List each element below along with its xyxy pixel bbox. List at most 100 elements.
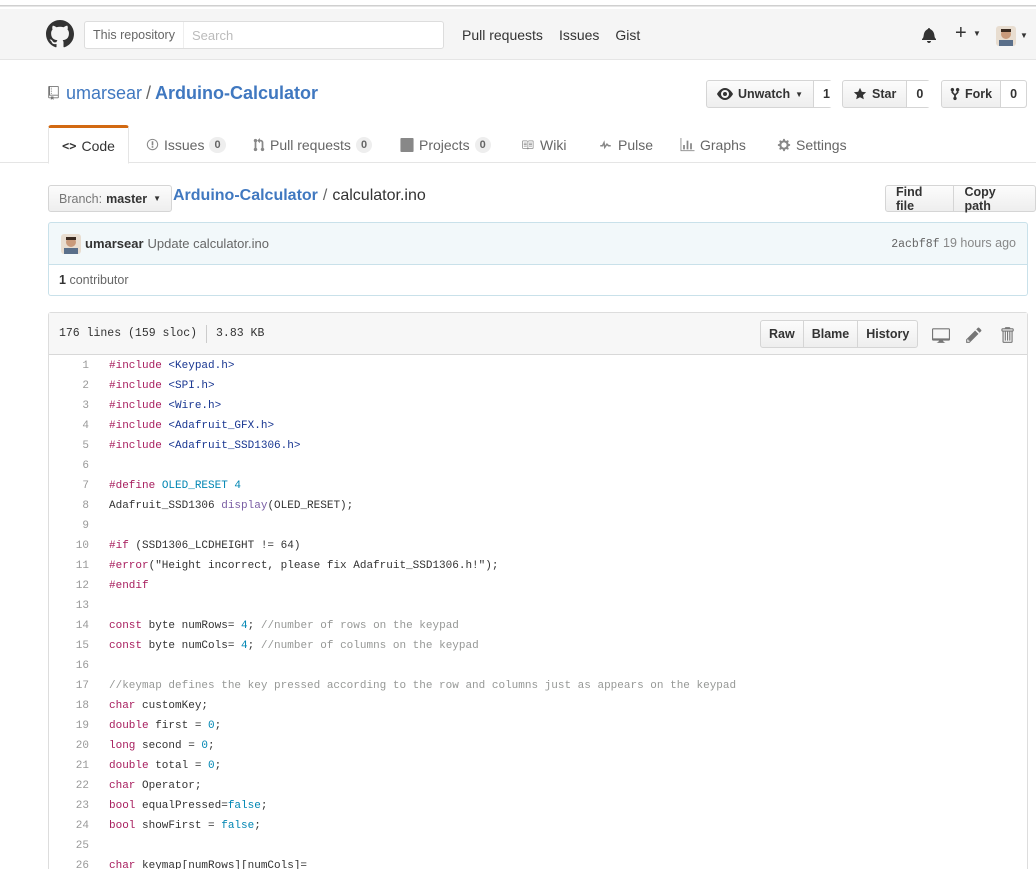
line-content: #error("Height incorrect, please fix Ada…	[89, 560, 498, 572]
file-lines-info: 176 lines (159 sloc)	[59, 327, 198, 340]
commit-author[interactable]: umarsear	[85, 236, 144, 251]
code-token: #define	[109, 480, 162, 492]
search-input[interactable]	[183, 23, 424, 47]
tab-issues[interactable]: Issues 0	[146, 125, 226, 164]
window-top-border	[0, 5, 1036, 7]
copy-path-button[interactable]: Copy path	[953, 185, 1035, 213]
line-number[interactable]: 18	[49, 700, 89, 712]
line-number[interactable]: 9	[49, 520, 89, 532]
code-token: long	[109, 740, 136, 752]
find-file-button[interactable]: Find file	[886, 185, 953, 213]
unwatch-button[interactable]: Unwatch ▼	[707, 81, 813, 107]
line-number[interactable]: 15	[49, 640, 89, 652]
commit-message[interactable]: Update calculator.ino	[148, 236, 269, 251]
line-number[interactable]: 8	[49, 500, 89, 512]
code-token: false	[227, 800, 261, 812]
line-content: bool equalPressed=false;	[89, 800, 267, 812]
stargazers-count[interactable]: 0	[906, 81, 933, 107]
line-number[interactable]: 20	[49, 740, 89, 752]
commit-tease: umarsear Update calculator.ino 2acbf8f 1…	[48, 222, 1028, 265]
nav-gist[interactable]: Gist	[615, 27, 640, 43]
code-token: ;	[254, 820, 261, 832]
repo-owner-link[interactable]: umarsear	[66, 83, 142, 103]
blame-button[interactable]: Blame	[802, 321, 858, 347]
code-token: #if	[109, 540, 136, 552]
line-number[interactable]: 13	[49, 600, 89, 612]
contributors-count: 1	[59, 272, 66, 287]
breadcrumb-root-link[interactable]: Arduino-Calculator	[173, 187, 318, 204]
line-number[interactable]: 24	[49, 820, 89, 832]
code-token: const	[109, 640, 143, 652]
line-number[interactable]: 12	[49, 580, 89, 592]
pencil-edit-icon[interactable]	[965, 326, 983, 344]
forks-count[interactable]: 0	[1000, 81, 1027, 107]
line-number[interactable]: 16	[49, 660, 89, 672]
line-number[interactable]: 17	[49, 680, 89, 692]
line-number[interactable]: 21	[49, 760, 89, 772]
tab-graphs[interactable]: Graphs	[680, 125, 746, 164]
code-token: 4	[241, 640, 248, 652]
code-token: ;	[214, 760, 222, 772]
user-avatar[interactable]	[996, 26, 1016, 46]
user-menu-caret-icon[interactable]: ▼	[1020, 31, 1028, 40]
line-number[interactable]: 14	[49, 620, 89, 632]
history-button[interactable]: History	[857, 321, 917, 347]
code-token: byte numCols=	[142, 640, 242, 652]
notifications-bell-icon[interactable]	[921, 27, 937, 43]
code-token: OLED_RESET 4	[161, 480, 242, 492]
code-token: double	[109, 760, 149, 772]
code-line: 19 double first = 0;	[49, 716, 1027, 736]
code-line: 10 #if (SSD1306_LCDHEIGHT != 64)	[49, 536, 1027, 556]
branch-select-button[interactable]: Branch: master ▼	[48, 185, 173, 212]
nav-pull-requests[interactable]: Pull requests	[462, 27, 543, 43]
code-token: ("Height incorrect, please fix Adafruit_…	[148, 560, 499, 572]
tab-pulse[interactable]: Pulse	[598, 125, 653, 164]
github-logo-icon[interactable]	[46, 20, 74, 48]
search-scope-label[interactable]: This repository	[85, 22, 184, 48]
star-button[interactable]: Star	[843, 81, 906, 107]
line-number[interactable]: 5	[49, 440, 89, 452]
code-line: 2 #include <SPI.h>	[49, 376, 1027, 396]
line-number[interactable]: 11	[49, 560, 89, 572]
line-number[interactable]: 26	[49, 860, 89, 869]
line-number[interactable]: 2	[49, 380, 89, 392]
tab-settings[interactable]: Settings	[777, 125, 847, 164]
code-token: #include	[109, 420, 169, 432]
line-number[interactable]: 1	[49, 360, 89, 372]
raw-button[interactable]: Raw	[761, 321, 803, 347]
fork-button[interactable]: Fork	[942, 81, 1000, 107]
code-token: total =	[148, 760, 209, 772]
watchers-count[interactable]: 1	[813, 81, 839, 107]
top-nav: Pull requests Issues Gist	[462, 27, 640, 43]
code-token: (SSD1306_LCDHEIGHT != 64)	[135, 540, 301, 552]
nav-issues[interactable]: Issues	[559, 27, 599, 43]
desktop-icon[interactable]	[932, 326, 950, 344]
line-number[interactable]: 22	[49, 780, 89, 792]
line-number[interactable]: 6	[49, 460, 89, 472]
line-number[interactable]: 25	[49, 840, 89, 852]
tab-pull-requests[interactable]: Pull requests 0	[253, 125, 373, 164]
line-content: #define OLED_RESET 4	[89, 480, 241, 492]
code-line: 12 #endif	[49, 576, 1027, 596]
line-number[interactable]: 23	[49, 800, 89, 812]
star-icon	[853, 87, 867, 100]
branch-value: master	[106, 191, 148, 206]
line-content: #include <SPI.h>	[89, 380, 215, 392]
code-line: 16	[49, 656, 1027, 676]
commit-sha[interactable]: 2acbf8f	[891, 238, 939, 251]
create-caret-icon[interactable]: ▼	[973, 29, 981, 38]
create-new-icon[interactable]: +	[955, 22, 967, 45]
line-number[interactable]: 4	[49, 420, 89, 432]
tab-wiki[interactable]: Wiki	[520, 125, 566, 164]
tab-projects[interactable]: Projects 0	[400, 125, 491, 164]
line-number[interactable]: 19	[49, 720, 89, 732]
trash-icon[interactable]	[998, 326, 1016, 344]
commit-author-avatar[interactable]	[61, 233, 81, 254]
line-number[interactable]: 10	[49, 540, 89, 552]
tab-code[interactable]: <> Code	[48, 125, 129, 164]
contributors-bar[interactable]: 1 contributor	[48, 264, 1028, 296]
line-number[interactable]: 7	[49, 480, 89, 492]
line-content: //keymap defines the key pressed accordi…	[89, 680, 736, 692]
line-number[interactable]: 3	[49, 400, 89, 412]
repo-name-link[interactable]: Arduino-Calculator	[155, 83, 318, 103]
